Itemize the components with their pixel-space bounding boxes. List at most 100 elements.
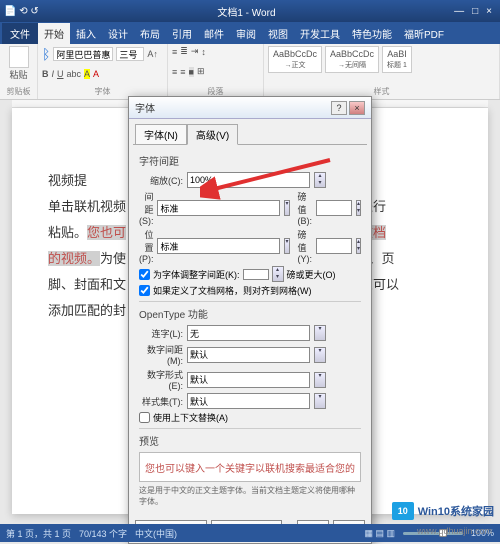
spacing-select[interactable] [157,200,280,216]
align-left-button[interactable]: ≡ [172,67,177,77]
scale-spin[interactable]: ▴▾ [314,172,326,188]
preview-text: 您也可以键入一个关键字以联机搜索最适合您的 [145,460,355,475]
watermark-url: www.qdhuajin.com [417,526,492,536]
style-normal[interactable]: AaBbCcDc→正文 [268,46,322,73]
window-titlebar: 📄 ⟲ ↺ 文档1 - Word — □ × [0,0,500,22]
paste-label: 粘贴 [4,68,33,81]
maximize-button[interactable]: □ [472,6,478,17]
paste-button[interactable]: 粘贴 [4,46,33,81]
label-position: 位置(P): [139,228,153,264]
kerning-input[interactable] [243,269,269,280]
status-language[interactable]: 中文(中国) [135,527,177,540]
numspacing-select[interactable] [187,347,310,363]
label-numform: 数字形式(E): [139,368,183,391]
tab-view[interactable]: 视图 [262,23,294,44]
numform-dd[interactable]: ▾ [314,372,326,388]
dialog-titlebar[interactable]: 字体 ? × [129,97,371,119]
close-button[interactable]: × [486,6,492,17]
numsp-dd[interactable]: ▾ [314,347,326,363]
text: 脚、封面和文 [48,277,126,292]
position-dd[interactable]: ▾ [284,238,289,254]
font-size-select[interactable] [116,47,144,61]
dialog-body: 字符间距 缩放(C): ▴▾ 间距(S): ▾ 磅值(B): ▴▾ 位置(P):… [133,144,367,516]
ligatures-select[interactable] [187,325,310,341]
align-center-button[interactable]: ≡ [180,67,185,77]
dialog-help-button[interactable]: ? [331,101,347,115]
borders-button[interactable]: ⊞ [197,66,205,77]
file-tab[interactable]: 文件 [2,23,38,44]
bullets-button[interactable]: ≡ [172,47,177,57]
style-heading1[interactable]: AaBI标题 1 [382,46,412,73]
dialog-tab-advanced[interactable]: 高级(V) [187,124,238,145]
bluetooth-icon: ᛒ [42,46,50,62]
context-checkbox[interactable] [139,412,150,423]
italic-button[interactable]: I [52,69,55,79]
label-grid: 如果定义了文档网格，则对齐到网格(W) [153,284,312,297]
tab-developer[interactable]: 开发工具 [294,23,346,44]
tab-insert[interactable]: 插入 [70,23,102,44]
increase-font-icon[interactable]: A↑ [147,49,158,59]
grid-checkbox[interactable] [139,285,150,296]
tab-foxit[interactable]: 福昕PDF [398,23,450,44]
underline-button[interactable]: U [57,69,64,79]
ribbon: 粘贴 剪贴板 ᛒ A↑ B I U abc A A 字体 ≡ ≣ ⇥ ↕ ≡ ≡ [0,44,500,100]
text: 单击联机视频 [48,199,126,214]
label-spacing: 间距(S): [139,190,153,226]
spacing-dd[interactable]: ▾ [284,200,289,216]
style-nospacing[interactable]: AaBbCcDc→无间隔 [325,46,379,73]
watermark-badge: 10 [392,502,414,520]
minimize-button[interactable]: — [454,6,464,17]
font-name-select[interactable] [53,47,113,61]
sort-button[interactable]: ↕ [201,47,206,57]
dialog-close-button[interactable]: × [349,101,365,115]
font-color-button[interactable]: A [93,69,99,79]
tab-references[interactable]: 引用 [166,23,198,44]
numform-select[interactable] [187,372,310,388]
tab-special[interactable]: 特色功能 [346,23,398,44]
styleset-select[interactable] [187,393,310,409]
indent-button[interactable]: ⇥ [191,46,199,57]
bold-button[interactable]: B [42,69,49,79]
status-page[interactable]: 第 1 页，共 1 页 [6,527,71,540]
tab-home[interactable]: 开始 [38,23,70,44]
label-styleset: 样式集(T): [139,395,183,408]
highlight-button[interactable]: A [84,69,90,79]
label-kerning: 为字体调整字间距(K): [153,268,240,281]
ribbon-tabs: 文件 开始 插入 设计 布局 引用 邮件 审阅 视图 开发工具 特色功能 福昕P… [0,22,500,44]
section-opentype: OpenType 功能 [139,306,361,321]
shading-button[interactable]: ■ [189,67,194,77]
kerning-checkbox[interactable] [139,269,150,280]
scale-select[interactable] [187,172,310,188]
label-numspacing: 数字间距(M): [139,343,183,366]
dialog-tab-font[interactable]: 字体(N) [135,124,187,145]
tab-review[interactable]: 审阅 [230,23,262,44]
position-select[interactable] [157,238,280,254]
tab-design[interactable]: 设计 [102,23,134,44]
text: 为使 [100,251,126,266]
paste-icon [9,46,29,68]
watermark-text: Win10系统家园 [418,503,494,519]
label-points2: 磅值(Y): [298,228,312,264]
ribbon-group-paragraph: ≡ ≣ ⇥ ↕ ≡ ≡ ■ ⊞ 段落 [168,44,264,99]
tab-mailings[interactable]: 邮件 [198,23,230,44]
document-title: 文档1 - Word [39,4,454,19]
kerning-spin[interactable]: ▴▾ [272,266,284,282]
text: 视频提 [48,173,87,188]
strike-button[interactable]: abc [67,69,82,79]
section-preview: 预览 [139,433,361,448]
numbering-button[interactable]: ≣ [180,46,188,57]
spacing-points-input[interactable] [316,200,352,216]
spacing-points-spin[interactable]: ▴▾ [356,200,361,216]
section-spacing: 字符间距 [139,153,361,168]
text: 粘贴。 [48,225,87,240]
quick-access[interactable]: 📄 ⟲ ↺ [4,6,39,17]
label-ligatures: 连字(L): [139,327,183,340]
tab-layout[interactable]: 布局 [134,23,166,44]
styset-dd[interactable]: ▾ [314,393,326,409]
view-mode-icons[interactable]: ▦ ▤ ▥ [364,528,395,539]
watermark: 10 Win10系统家园 [392,502,494,520]
position-points-input[interactable] [316,238,352,254]
status-words[interactable]: 70/143 个字 [79,527,127,540]
lig-dd[interactable]: ▾ [314,325,326,341]
position-points-spin[interactable]: ▴▾ [356,238,361,254]
